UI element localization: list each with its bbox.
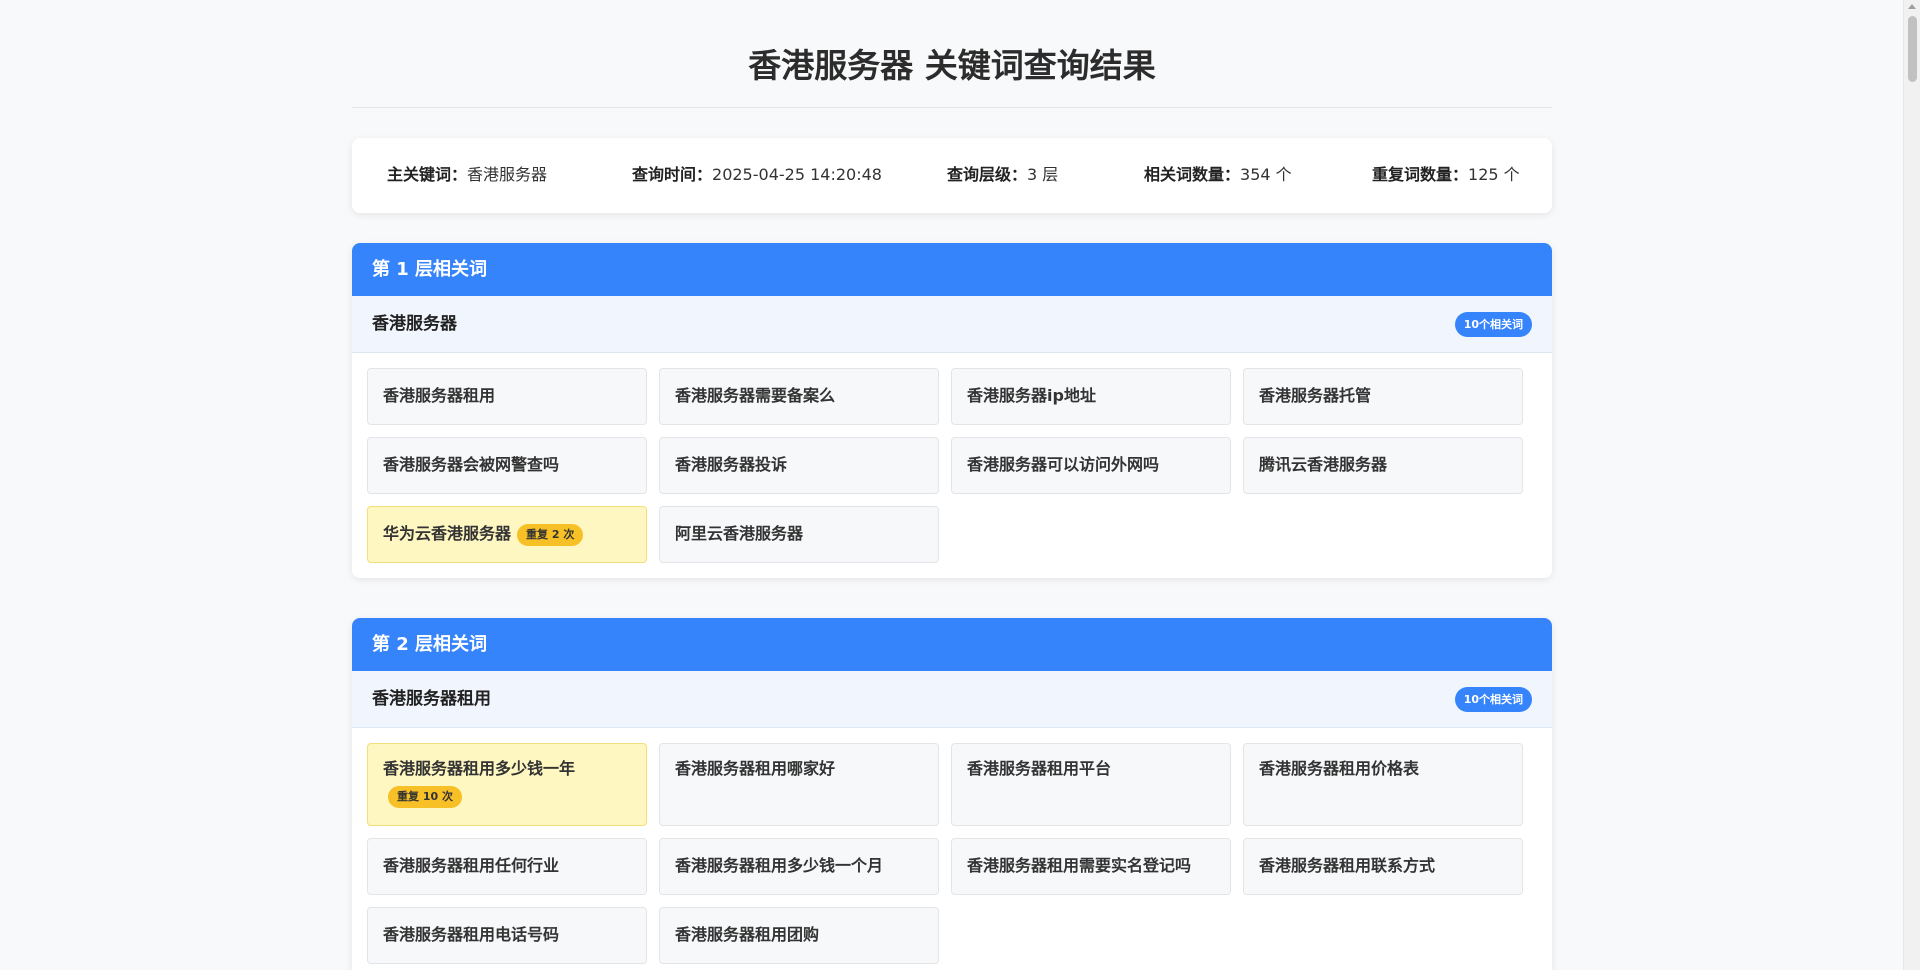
level-title: 第 1 层相关词 <box>352 243 1552 296</box>
keyword-text: 香港服务器租用价格表 <box>1259 759 1420 778</box>
page: 香港服务器 关键词查询结果 主关键词：香港服务器 查询时间：2025-04-25… <box>0 0 1920 970</box>
summary-main-keyword: 主关键词：香港服务器 <box>387 165 547 185</box>
keyword-item[interactable]: 香港服务器需要备案么 <box>659 368 939 425</box>
keyword-item[interactable]: 香港服务器可以访问外网吗 <box>951 437 1231 494</box>
summary-related-count-label: 相关词数量： <box>1144 165 1241 184</box>
summary-related-count: 相关词数量：354 个 <box>1144 165 1292 185</box>
duplicate-badge: 重复 10 次 <box>388 786 462 808</box>
level-section-2: 第 2 层相关词 香港服务器租用 10个相关词 香港服务器租用多少钱一年重复 1… <box>352 618 1552 970</box>
keyword-item[interactable]: 香港服务器托管 <box>1243 368 1523 425</box>
keyword-item[interactable]: 香港服务器租用哪家好 <box>659 743 939 826</box>
keyword-item[interactable]: 阿里云香港服务器 <box>659 506 939 563</box>
summary-depth: 查询层级：3 层 <box>947 165 1058 185</box>
keyword-item[interactable]: 香港服务器ip地址 <box>951 368 1231 425</box>
keyword-item[interactable]: 腾讯云香港服务器 <box>1243 437 1523 494</box>
summary-depth-label: 查询层级： <box>947 165 1028 184</box>
keyword-text: 香港服务器需要备案么 <box>675 386 836 405</box>
keyword-text: 香港服务器租用团购 <box>675 925 820 944</box>
group-keyword: 香港服务器租用 <box>372 689 491 709</box>
scrollbar-thumb[interactable] <box>1908 16 1917 82</box>
summary-related-count-value: 354 个 <box>1240 165 1292 184</box>
keyword-item[interactable]: 香港服务器投诉 <box>659 437 939 494</box>
group-header: 香港服务器 10个相关词 <box>352 296 1552 353</box>
results-container: 香港服务器 关键词查询结果 主关键词：香港服务器 查询时间：2025-04-25… <box>352 0 1552 970</box>
summary-query-time-label: 查询时间： <box>632 165 713 184</box>
keyword-item[interactable]: 香港服务器会被网警查吗 <box>367 437 647 494</box>
keyword-text: 阿里云香港服务器 <box>675 524 804 543</box>
query-summary: 主关键词：香港服务器 查询时间：2025-04-25 14:20:48 查询层级… <box>352 138 1552 213</box>
title-divider <box>352 107 1552 108</box>
keyword-text: 香港服务器可以访问外网吗 <box>967 455 1160 474</box>
keyword-item[interactable]: 香港服务器租用需要实名登记吗 <box>951 838 1231 895</box>
keyword-grid: 香港服务器租用 香港服务器需要备案么 香港服务器ip地址 香港服务器托管 香港服… <box>352 353 1552 578</box>
keyword-text: 香港服务器会被网警查吗 <box>383 455 560 474</box>
scroll-up-arrow-icon[interactable] <box>1908 4 1916 9</box>
keyword-item[interactable]: 香港服务器租用联系方式 <box>1243 838 1523 895</box>
keyword-text: 香港服务器租用平台 <box>967 759 1112 778</box>
keyword-item[interactable]: 香港服务器租用团购 <box>659 907 939 964</box>
keyword-text: 香港服务器租用哪家好 <box>675 759 836 778</box>
duplicate-badge: 重复 2 次 <box>517 523 584 546</box>
keyword-text: 香港服务器租用多少钱一年 <box>383 759 576 778</box>
summary-duplicate-count-value: 125 个 <box>1468 165 1520 184</box>
keyword-item[interactable]: 香港服务器租用平台 <box>951 743 1231 826</box>
keyword-text: 香港服务器ip地址 <box>967 386 1096 405</box>
summary-duplicate-count-label: 重复词数量： <box>1372 165 1469 184</box>
keyword-text: 华为云香港服务器 <box>383 524 512 543</box>
keyword-text: 香港服务器租用电话号码 <box>383 925 560 944</box>
summary-query-time: 查询时间：2025-04-25 14:20:48 <box>632 165 882 185</box>
keyword-item-duplicate[interactable]: 香港服务器租用多少钱一年重复 10 次 <box>367 743 647 826</box>
keyword-grid: 香港服务器租用多少钱一年重复 10 次 香港服务器租用哪家好 香港服务器租用平台… <box>352 728 1552 970</box>
keyword-text: 香港服务器租用需要实名登记吗 <box>967 856 1192 875</box>
summary-main-keyword-value: 香港服务器 <box>467 165 548 184</box>
keyword-text: 香港服务器托管 <box>1259 386 1372 405</box>
level-section-1: 第 1 层相关词 香港服务器 10个相关词 香港服务器租用 香港服务器需要备案么… <box>352 243 1552 578</box>
summary-query-time-value: 2025-04-25 14:20:48 <box>712 165 882 184</box>
keyword-text: 香港服务器租用任何行业 <box>383 856 560 875</box>
summary-main-keyword-label: 主关键词： <box>387 165 468 184</box>
keyword-item[interactable]: 香港服务器租用 <box>367 368 647 425</box>
keyword-text: 腾讯云香港服务器 <box>1259 455 1388 474</box>
keyword-item[interactable]: 香港服务器租用任何行业 <box>367 838 647 895</box>
summary-duplicate-count: 重复词数量：125 个 <box>1372 165 1520 185</box>
keyword-item[interactable]: 香港服务器租用电话号码 <box>367 907 647 964</box>
related-count-badge: 10个相关词 <box>1454 687 1532 712</box>
keyword-text: 香港服务器租用 <box>383 386 496 405</box>
vertical-scrollbar[interactable] <box>1903 0 1920 970</box>
keyword-text: 香港服务器投诉 <box>675 455 788 474</box>
keyword-text: 香港服务器租用多少钱一个月 <box>675 856 884 875</box>
keyword-item[interactable]: 香港服务器租用价格表 <box>1243 743 1523 826</box>
keyword-item[interactable]: 香港服务器租用多少钱一个月 <box>659 838 939 895</box>
page-title: 香港服务器 关键词查询结果 <box>748 46 1156 85</box>
group-keyword: 香港服务器 <box>372 314 457 334</box>
summary-depth-value: 3 层 <box>1027 165 1059 184</box>
related-count-badge: 10个相关词 <box>1454 312 1532 337</box>
keyword-text: 香港服务器租用联系方式 <box>1259 856 1436 875</box>
keyword-item-duplicate[interactable]: 华为云香港服务器 重复 2 次 <box>367 506 647 563</box>
group-header: 香港服务器租用 10个相关词 <box>352 671 1552 728</box>
level-title: 第 2 层相关词 <box>352 618 1552 671</box>
